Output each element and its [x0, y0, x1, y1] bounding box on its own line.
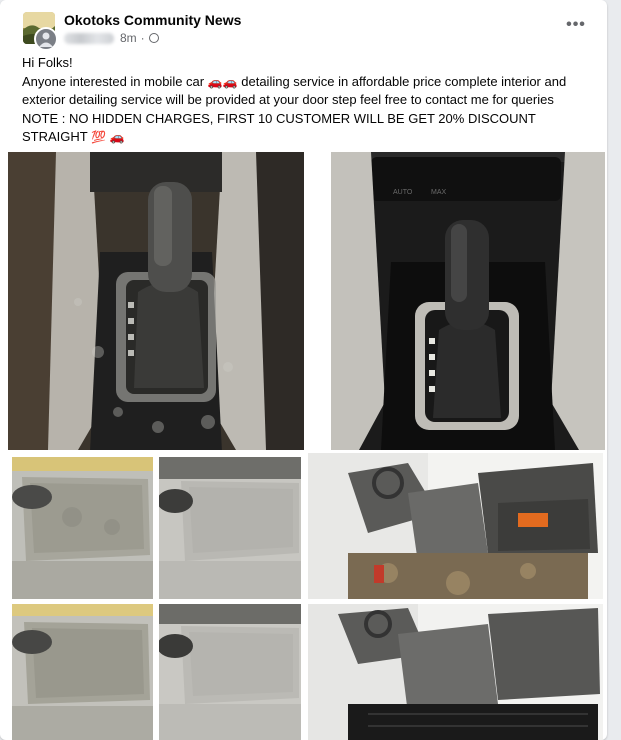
post-message: Anyone interested in mobile car 🚗🚗 detai… [22, 73, 590, 110]
armrest-before-image [12, 457, 153, 599]
post-greeting: Hi Folks! [22, 55, 73, 70]
photo-shifter-before[interactable] [8, 152, 304, 450]
interior-before-image [308, 453, 603, 599]
person-icon [39, 32, 53, 47]
globe-icon [148, 33, 159, 43]
car-emoji-icon: 🚗 [109, 130, 125, 145]
group-name-link[interactable]: Okotoks Community News [64, 12, 241, 28]
author-name-redacted[interactable] [64, 32, 114, 44]
car-emoji-icon: 🚗🚗 [207, 74, 238, 89]
armrest-after-image-2 [159, 604, 301, 740]
message-part-1: Anyone interested in mobile car [22, 73, 205, 89]
photo-shifter-after[interactable]: AUTO MAX [331, 152, 605, 450]
shifter-after-image: AUTO MAX [331, 152, 605, 450]
more-options-icon[interactable]: ••• [561, 16, 591, 38]
armrest-after-image [159, 457, 301, 599]
dash-button-max: MAX [431, 189, 447, 196]
post-body: Hi Folks! Anyone interested in mobile ca… [22, 54, 590, 147]
meta-separator: · [140, 31, 145, 45]
armrest-before-image-2 [12, 604, 153, 740]
user-avatar[interactable] [34, 27, 58, 51]
dash-button-auto: AUTO [393, 189, 413, 196]
post-time[interactable]: 8m [120, 31, 137, 45]
post-note: NOTE : NO HIDDEN CHARGES, FIRST 10 CUSTO… [22, 110, 590, 147]
post-card: Okotoks Community News 8m · ••• Hi Folks… [0, 0, 607, 740]
photo-armrest-before-2[interactable] [12, 604, 153, 740]
interior-after-image [308, 604, 603, 740]
hundred-points-icon: 💯 [91, 130, 107, 145]
post-meta: 8m · [64, 31, 159, 45]
photo-interior-after[interactable] [308, 604, 603, 740]
photo-armrest-after-2[interactable] [159, 604, 301, 740]
photo-interior-before[interactable] [308, 453, 603, 599]
photo-armrest-after-1[interactable] [159, 457, 301, 599]
shifter-before-image [8, 152, 304, 450]
photo-armrest-before-1[interactable] [12, 457, 153, 599]
